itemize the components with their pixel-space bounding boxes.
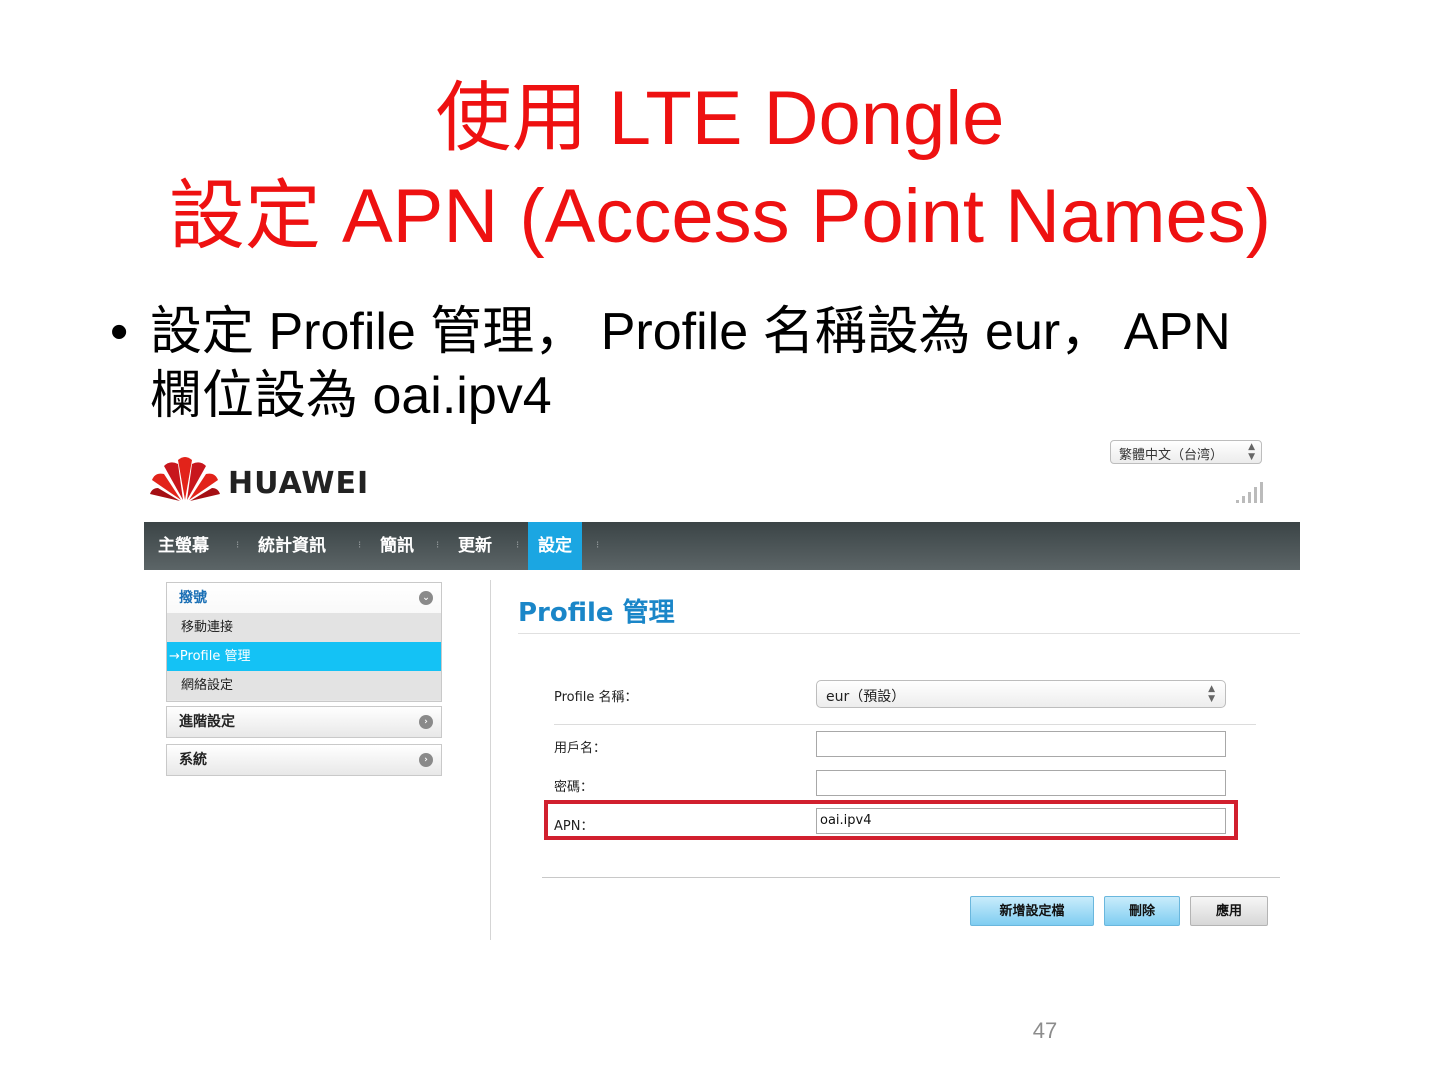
sidebar-item-profile-management[interactable]: →Profile 管理 [167,642,441,671]
sidebar-item-network-settings[interactable]: 網絡設定 [167,671,441,700]
sidebar-group-label: 進階設定 [179,714,235,730]
apn-label: APN： [554,819,594,834]
nav-separator: ⁝ [516,540,520,551]
slide-title-line-1: 使用 LTE Dongle [435,76,1005,161]
profile-name-select[interactable]: eur（預設） ▲ ▼ [816,680,1226,708]
sidebar-group-dialup: 撥號 ⌄ 移動連接 →Profile 管理 網絡設定 [166,582,442,702]
nav-settings[interactable]: 設定 [528,522,582,570]
bullet-marker: • [110,303,129,361]
huawei-logo: HUAWEI [150,452,370,504]
sidebar-group-label: 系統 [179,752,207,768]
password-input[interactable] [816,770,1226,796]
page-number: 47 [1032,1018,1058,1043]
nav-home[interactable]: 主螢幕 [148,522,219,570]
page-title: Profile 管理 [518,598,675,628]
nav-separator: ⁝ [236,540,240,551]
expand-icon[interactable]: › [419,715,433,729]
nav-statistics[interactable]: 統計資訊 [248,522,336,570]
router-admin-screenshot: 繁體中文（台湾） ▲ ▼ HUAWEI 主螢幕 ⁝ 統計資訊 ⁝ 簡訊 ⁝ 更新… [144,440,1300,940]
sidebar-group-system-header[interactable]: 系統 › [167,745,441,775]
profile-name-label: Profile 名稱： [554,690,638,705]
sidebar-group-dialup-header[interactable]: 撥號 ⌄ [167,583,441,613]
expand-icon[interactable]: › [419,753,433,767]
apply-button[interactable]: 應用 [1190,896,1268,926]
nav-separator: ⁝ [358,540,362,551]
signal-strength-icon [1236,482,1263,503]
sidebar-group-system[interactable]: 系統 › [166,744,442,776]
bullet-line-2: 欄位設為 oai.ipv4 [150,367,552,425]
nav-update[interactable]: 更新 [448,522,502,570]
sidebar-group-advanced[interactable]: 進階設定 › [166,706,442,738]
delete-button[interactable]: 刪除 [1104,896,1180,926]
username-input[interactable] [816,731,1226,757]
sidebar-group-label: 撥號 [179,590,207,606]
nav-separator: ⁝ [596,540,600,551]
apn-input[interactable]: oai.ipv4 [816,808,1226,834]
huawei-petals-icon [150,457,220,501]
sidebar-divider [490,580,491,940]
bullet-line-1: 設定 Profile 管理， Profile 名稱設為 eur， APN [150,303,1231,361]
select-arrows-icon: ▲ ▼ [1208,684,1215,704]
title-divider [518,633,1300,634]
profile-name-value: eur（預設） [826,689,906,705]
language-select[interactable]: 繁體中文（台湾） ▲ ▼ [1110,440,1262,464]
form-divider [554,724,1256,725]
language-select-value: 繁體中文（台湾） [1119,448,1224,463]
slide-title-line-2: 設定 APN (Access Point Names) [168,174,1272,259]
sidebar-group-advanced-header[interactable]: 進階設定 › [167,707,441,737]
sidebar-item-mobile-connection[interactable]: 移動連接 [167,613,441,642]
brand-name: HUAWEI [228,466,370,501]
password-label: 密碼： [554,780,594,795]
select-arrows-icon: ▲ ▼ [1248,442,1255,462]
nav-separator: ⁝ [436,540,440,551]
bullet-text: 設定 Profile 管理， Profile 名稱設為 eur， APN 欄位設… [150,300,1350,428]
username-label: 用戶名： [554,741,607,756]
nav-sms[interactable]: 簡訊 [370,522,424,570]
main-navbar: 主螢幕 ⁝ 統計資訊 ⁝ 簡訊 ⁝ 更新 ⁝ 設定 ⁝ [144,522,1300,570]
button-divider [542,877,1280,878]
slide-title: 使用 LTE Dongle 設定 APN (Access Point Names… [0,70,1440,266]
new-profile-button[interactable]: 新增設定檔 [970,896,1094,926]
collapse-icon[interactable]: ⌄ [419,591,433,605]
